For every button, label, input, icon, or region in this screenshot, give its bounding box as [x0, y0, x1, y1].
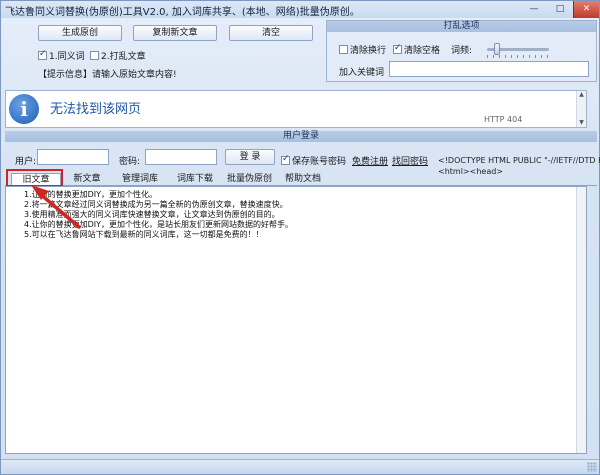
- resize-grip-icon[interactable]: [587, 462, 597, 472]
- app-window: 飞达鲁同义词替换(伪原创)工具V2.0, 加入词库共享、(本地、网络)批量伪原创…: [0, 0, 600, 475]
- status-bar: [1, 459, 599, 474]
- annotation-arrow-icon: [31, 185, 81, 229]
